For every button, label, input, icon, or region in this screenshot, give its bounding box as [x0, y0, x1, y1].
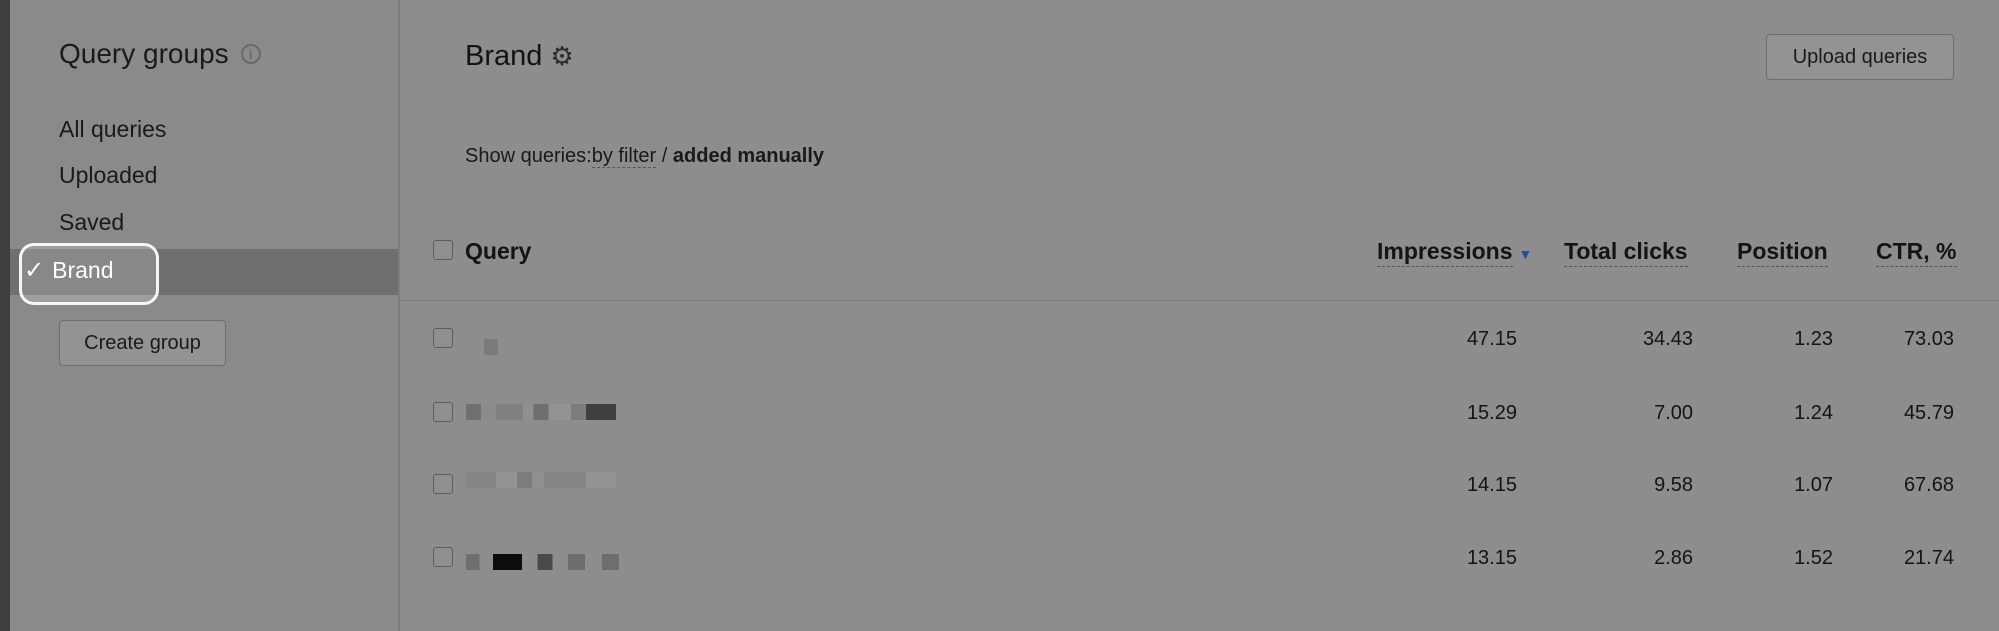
row-checkbox[interactable] — [433, 402, 453, 422]
cell-ctr: 45.79 — [1903, 402, 1954, 424]
column-total-clicks-label: Total clicks — [1564, 238, 1688, 267]
column-impressions-label: Impressions — [1377, 238, 1513, 267]
window-edge — [0, 0, 10, 631]
header-divider — [400, 300, 1999, 301]
page-title: Brand ⚙ — [465, 40, 574, 73]
filter-option-by-filter[interactable]: by filter — [591, 145, 657, 168]
cell-impressions: 47.15 — [1466, 328, 1517, 350]
cell-total-clicks: 9.58 — [1654, 474, 1693, 496]
cell-position: 1.23 — [1794, 328, 1833, 350]
column-ctr-label: CTR, % — [1876, 238, 1957, 267]
column-position-label: Position — [1737, 238, 1828, 267]
main-panel: Brand ⚙ Upload queries Show queries:by f… — [400, 0, 1999, 631]
gear-icon[interactable]: ⚙ — [550, 41, 573, 72]
sidebar-item-brand[interactable]: ✓ Brand — [24, 256, 113, 285]
redacted-query — [484, 339, 498, 355]
row-checkbox[interactable] — [433, 547, 453, 567]
sidebar: Query groups i All queries Uploaded Save… — [10, 0, 400, 631]
sidebar-item-brand-label: Brand — [52, 257, 114, 283]
select-all-checkbox[interactable] — [433, 240, 453, 260]
info-icon[interactable]: i — [240, 44, 261, 64]
query-filter: Show queries:by filter / added manually — [465, 145, 824, 168]
cell-total-clicks: 2.86 — [1654, 547, 1693, 569]
column-query[interactable]: Query — [465, 238, 531, 265]
sidebar-item-all-queries[interactable]: All queries — [59, 116, 166, 143]
cell-position: 1.24 — [1794, 402, 1833, 424]
sidebar-title-text: Query groups — [59, 38, 229, 69]
redacted-query — [466, 404, 616, 420]
column-position[interactable]: Position — [1737, 238, 1828, 267]
cell-impressions: 13.15 — [1466, 547, 1517, 569]
cell-position: 1.52 — [1794, 547, 1833, 569]
filter-prefix: Show queries: — [465, 145, 592, 167]
sidebar-title: Query groups i — [59, 38, 261, 70]
create-group-button[interactable]: Create group — [59, 320, 226, 366]
cell-ctr: 21.74 — [1903, 547, 1954, 569]
redacted-query — [466, 472, 616, 488]
column-total-clicks[interactable]: Total clicks — [1564, 238, 1688, 267]
filter-separator: / — [656, 145, 673, 167]
column-ctr[interactable]: CTR, % — [1876, 238, 1957, 267]
sidebar-item-saved[interactable]: Saved — [59, 209, 124, 236]
cell-ctr: 67.68 — [1903, 474, 1954, 496]
cell-impressions: 15.29 — [1466, 402, 1517, 424]
checkmark-icon: ✓ — [24, 257, 45, 284]
sidebar-item-uploaded[interactable]: Uploaded — [59, 162, 157, 189]
upload-queries-button[interactable]: Upload queries — [1766, 34, 1954, 80]
sort-desc-icon: ▼ — [1518, 246, 1533, 262]
cell-total-clicks: 34.43 — [1642, 328, 1693, 350]
column-impressions[interactable]: Impressions ▼ — [1377, 238, 1533, 267]
cell-impressions: 14.15 — [1466, 474, 1517, 496]
cell-total-clicks: 7.00 — [1654, 402, 1693, 424]
cell-ctr: 73.03 — [1903, 328, 1954, 350]
row-checkbox[interactable] — [433, 474, 453, 494]
group-title-text: Brand — [465, 40, 543, 72]
cell-position: 1.07 — [1794, 474, 1833, 496]
row-checkbox[interactable] — [433, 328, 453, 348]
redacted-query — [466, 554, 636, 570]
filter-option-added-manually[interactable]: added manually — [673, 145, 824, 167]
